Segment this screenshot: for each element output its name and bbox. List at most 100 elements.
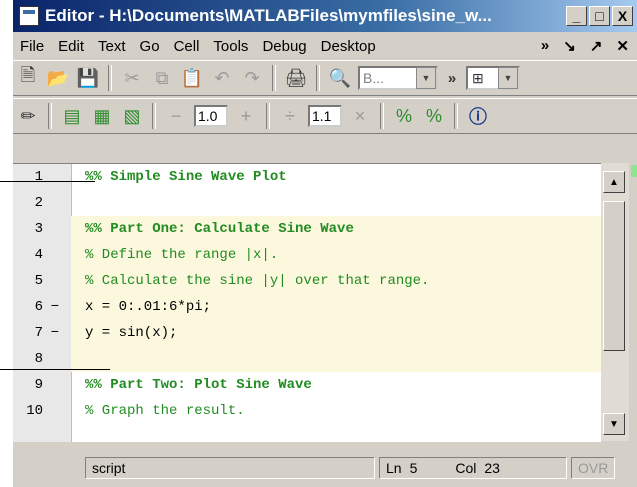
evaluate-cell-icon[interactable]: ▤ (60, 104, 84, 128)
status-position: Ln 5 Col 23 (379, 457, 567, 479)
line-number: 6 (34, 299, 43, 315)
edit-cell-icon[interactable]: ✏ (16, 104, 40, 128)
title-bar[interactable]: Editor - H:\Documents\MATLABFiles\mymfil… (13, 0, 637, 32)
line-number: 10 (26, 403, 43, 419)
line-number: 5 (34, 273, 43, 289)
column-value: 23 (484, 460, 500, 476)
find-icon[interactable]: 🔍 (328, 66, 352, 90)
cell-title: %% Simple Sine Wave Plot (85, 169, 287, 185)
status-bar: script Ln 5 Col 23 OVR (13, 449, 637, 487)
print-icon[interactable]: 🖨 (284, 66, 308, 90)
breakpoint-marker[interactable]: − (43, 299, 67, 315)
layout-grid-combo[interactable]: ⊞ ▼ (466, 66, 520, 90)
editor-window: Editor - H:\Documents\MATLABFiles\mymfil… (12, 0, 637, 487)
toolbar-separator (272, 65, 276, 91)
increment-value-input[interactable]: 1.0 (194, 105, 228, 127)
menu-go[interactable]: Go (133, 38, 167, 55)
multiply-value-input[interactable]: 1.1 (308, 105, 342, 127)
menu-tools[interactable]: Tools (206, 38, 255, 55)
menu-text[interactable]: Text (91, 38, 133, 55)
close-document-icon[interactable]: ✕ (616, 37, 629, 55)
code-comment: % Graph the result. (85, 403, 245, 419)
toolbar-separator (454, 103, 458, 129)
evaluate-cell-and-advance-icon[interactable]: ▦ (90, 104, 114, 128)
editor-app-icon[interactable] (19, 6, 39, 26)
callout-line (0, 181, 95, 182)
grid-icon: ⊞ (472, 69, 484, 86)
paste-icon[interactable]: 📋 (180, 66, 204, 90)
minimize-button[interactable]: _ (566, 6, 587, 26)
menu-debug[interactable]: Debug (255, 38, 313, 55)
dock-icon[interactable]: ↘ (563, 37, 576, 55)
code-text: x = 0:.01:6*pi; (85, 299, 212, 315)
code-comment: % Define the range |x|. (85, 247, 279, 263)
scroll-down-button[interactable]: ▼ (603, 413, 625, 435)
code-line[interactable]: 7 − y = sin(x); (13, 320, 601, 346)
function-search-combo[interactable]: B... ▼ (358, 66, 438, 90)
undo-icon[interactable]: ↶ (210, 66, 234, 90)
open-folder-icon[interactable]: 📂 (46, 66, 70, 90)
mlint-status-indicator[interactable] (631, 165, 637, 177)
chevron-down-icon[interactable]: ▼ (498, 67, 518, 89)
breakpoint-marker[interactable]: − (43, 325, 67, 341)
save-icon[interactable]: 💾 (76, 66, 100, 90)
chevron-down-icon[interactable]: ▼ (416, 67, 436, 89)
menu-cell[interactable]: Cell (167, 38, 207, 55)
scroll-up-button[interactable]: ▲ (603, 171, 625, 193)
info-icon[interactable]: ⓘ (466, 104, 490, 128)
line-number: 4 (34, 247, 43, 263)
divide-button[interactable]: ÷ (278, 104, 302, 128)
code-line[interactable]: 2 (13, 190, 601, 216)
toolbar-separator (266, 103, 270, 129)
toolbar-separator (48, 103, 52, 129)
cell-title: %% Part Two: Plot Sine Wave (85, 377, 312, 393)
decrement-button[interactable]: − (164, 104, 188, 128)
redo-icon[interactable]: ↷ (240, 66, 264, 90)
line-number: 3 (34, 221, 43, 237)
main-toolbar: 🗎 📂 💾 ✂ ⧉ 📋 ↶ ↷ 🖨 🔍 B... ▼ » ⊞ ▼ (13, 60, 637, 96)
code-line[interactable]: 6 − x = 0:.01:6*pi; (13, 294, 601, 320)
copy-icon[interactable]: ⧉ (150, 66, 174, 90)
toolbar-overflow-button[interactable]: » (444, 66, 460, 90)
maximize-button[interactable]: □ (589, 6, 610, 26)
code-editor[interactable]: 1 %% Simple Sine Wave Plot 2 3 %% Part O… (13, 163, 601, 442)
menu-file[interactable]: File (13, 38, 51, 55)
vertical-scrollbar[interactable]: ▲ ▼ (601, 163, 629, 441)
toolbar-separator (108, 65, 112, 91)
code-line[interactable]: 9 %% Part Two: Plot Sine Wave (13, 372, 601, 398)
new-file-icon[interactable]: 🗎 (16, 65, 40, 90)
column-label: Col (455, 460, 477, 476)
menu-bar: File Edit Text Go Cell Tools Debug Deskt… (13, 33, 637, 59)
code-comment: % Calculate the sine |y| over that range… (85, 273, 430, 289)
callout-line (0, 369, 110, 370)
code-line[interactable]: 10 % Graph the result. (13, 398, 601, 424)
code-line[interactable]: 5 % Calculate the sine |y| over that ran… (13, 268, 601, 294)
toolbar-separator (152, 103, 156, 129)
menu-edit[interactable]: Edit (51, 38, 91, 55)
line-label: Ln (386, 460, 402, 476)
cell-toolbar: ✏ ▤ ▦ ▧ − 1.0 + ÷ 1.1 × % % ⓘ (13, 98, 637, 134)
line-number: 2 (34, 195, 43, 211)
overwrite-indicator: OVR (571, 457, 615, 479)
cut-icon[interactable]: ✂ (120, 66, 144, 90)
remove-cell-break-icon[interactable]: % (422, 104, 446, 128)
cell-title: %% Part One: Calculate Sine Wave (85, 221, 354, 237)
insert-cell-break-icon[interactable]: % (392, 104, 416, 128)
code-text: y = sin(x); (85, 325, 178, 341)
code-line[interactable]: 1 %% Simple Sine Wave Plot (13, 164, 601, 190)
menu-right-controls: » ↘ ↗ ✕ (541, 37, 637, 55)
evaluate-entire-file-icon[interactable]: ▧ (120, 104, 144, 128)
menu-overflow-button[interactable]: » (541, 37, 549, 55)
code-line[interactable]: 3 %% Part One: Calculate Sine Wave (13, 216, 601, 242)
line-value: 5 (409, 460, 418, 476)
menu-desktop[interactable]: Desktop (314, 38, 383, 55)
undock-icon[interactable]: ↗ (590, 37, 603, 55)
close-button[interactable]: X (612, 6, 633, 26)
line-number: 1 (34, 169, 43, 185)
scrollbar-thumb[interactable] (603, 201, 625, 351)
increment-button[interactable]: + (234, 104, 258, 128)
toolbar-separator (316, 65, 320, 91)
multiply-button[interactable]: × (348, 104, 372, 128)
toolbar-separator (380, 103, 384, 129)
code-line[interactable]: 4 % Define the range |x|. (13, 242, 601, 268)
